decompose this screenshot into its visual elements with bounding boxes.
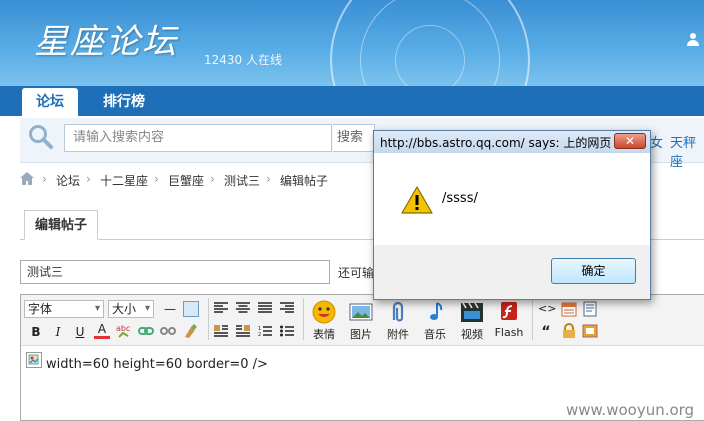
unordered-list-icon[interactable] [280, 325, 294, 340]
insert-attachment-button[interactable]: 附件 [382, 300, 414, 342]
horizontal-rule-button[interactable]: — [162, 301, 178, 317]
editor-body-text[interactable]: width=60 height=60 border=0 /> [46, 357, 268, 372]
font-family-select[interactable]: 字体 [24, 300, 104, 318]
table-icon[interactable] [183, 301, 199, 317]
link-icon[interactable] [138, 324, 154, 341]
italic-button[interactable]: I [50, 324, 66, 340]
float-right-icon[interactable] [236, 325, 250, 340]
side-link-libra[interactable]: 天秤座 [670, 132, 704, 170]
breadcrumb-edit-post: 编辑帖子 [280, 174, 329, 188]
tab-forum[interactable]: 论坛 [22, 88, 78, 118]
font-size-select[interactable]: 大小 [108, 300, 154, 318]
search-type-select[interactable]: 搜索 [333, 124, 375, 152]
unlink-icon[interactable] [160, 324, 176, 341]
zodiac-wheel-center [395, 25, 465, 95]
toolbar-divider [208, 298, 209, 340]
breadcrumb-thread[interactable]: 测试三 [224, 172, 260, 189]
site-logo[interactable]: 星座论坛 [34, 14, 178, 63]
home-icon[interactable] [20, 172, 34, 188]
title-char-hint: 还可输 [338, 266, 375, 280]
float-left-icon[interactable] [214, 325, 228, 340]
breadcrumb-cancer[interactable]: 巨蟹座 [168, 172, 204, 189]
breadcrumb-separator: › [154, 172, 159, 186]
calendar-icon[interactable] [561, 301, 577, 320]
flash-icon [496, 300, 522, 324]
breadcrumb-separator: › [266, 172, 271, 186]
warning-icon [401, 186, 433, 217]
close-icon[interactable]: ✕ [614, 133, 646, 149]
svg-text:2: 2 [258, 332, 261, 337]
online-count: 12430 人在线 [204, 53, 282, 67]
search-input[interactable]: 请输入搜索内容 [64, 124, 332, 152]
side-link-female[interactable]: 女 [650, 132, 663, 151]
align-center-icon[interactable] [236, 302, 250, 317]
toolbar-divider [303, 298, 304, 340]
breadcrumb-separator: › [42, 172, 47, 186]
align-left-icon[interactable] [214, 302, 228, 317]
spellcheck-icon[interactable]: abc [116, 323, 132, 342]
code-button[interactable]: <> [538, 301, 556, 317]
post-title-input[interactable]: 测试三 [20, 260, 330, 284]
alert-title: http://bbs.astro.qq.com/ says: 上的网页 [380, 136, 612, 150]
search-icon[interactable] [28, 124, 53, 149]
underline-button[interactable]: U [72, 324, 88, 340]
watermark: www.wooyun.org [566, 401, 695, 419]
picture-icon [348, 300, 374, 324]
align-right-icon[interactable] [280, 302, 294, 317]
document-icon[interactable] [582, 301, 598, 320]
insert-video-button[interactable]: 视频 [456, 300, 488, 342]
bold-button[interactable]: B [28, 324, 44, 340]
lock-icon[interactable] [561, 323, 577, 342]
toolbar-divider [532, 298, 533, 340]
broken-image-icon[interactable] [26, 352, 42, 368]
insert-emoji-button[interactable]: 表情 [308, 300, 340, 342]
ok-button[interactable]: 确定 [551, 258, 636, 284]
font-color-button[interactable]: A [94, 322, 110, 339]
insert-flash-button[interactable]: Flash [493, 300, 525, 339]
breadcrumb-separator: › [210, 172, 215, 186]
smiley-icon [311, 300, 337, 324]
media-box-icon[interactable] [582, 323, 598, 342]
clear-format-icon[interactable] [182, 323, 198, 342]
breadcrumb-separator: › [86, 172, 91, 186]
tab-ranking[interactable]: 排行榜 [96, 88, 152, 116]
ordered-list-icon[interactable]: 12 [258, 325, 272, 340]
video-icon [459, 300, 485, 324]
align-justify-icon[interactable] [258, 302, 272, 317]
music-icon [422, 300, 448, 324]
quote-button[interactable]: “ [538, 324, 554, 340]
breadcrumb-zodiac[interactable]: 十二星座 [100, 172, 148, 189]
tab-edit-post[interactable]: 编辑帖子 [24, 210, 98, 240]
insert-music-button[interactable]: 音乐 [419, 300, 451, 342]
svg-text:abc: abc [116, 324, 130, 333]
paperclip-icon [385, 300, 411, 324]
user-icon[interactable] [686, 32, 700, 50]
alert-message: /ssss/ [442, 191, 478, 206]
breadcrumb-forum[interactable]: 论坛 [56, 172, 80, 189]
insert-picture-button[interactable]: 图片 [345, 300, 377, 342]
